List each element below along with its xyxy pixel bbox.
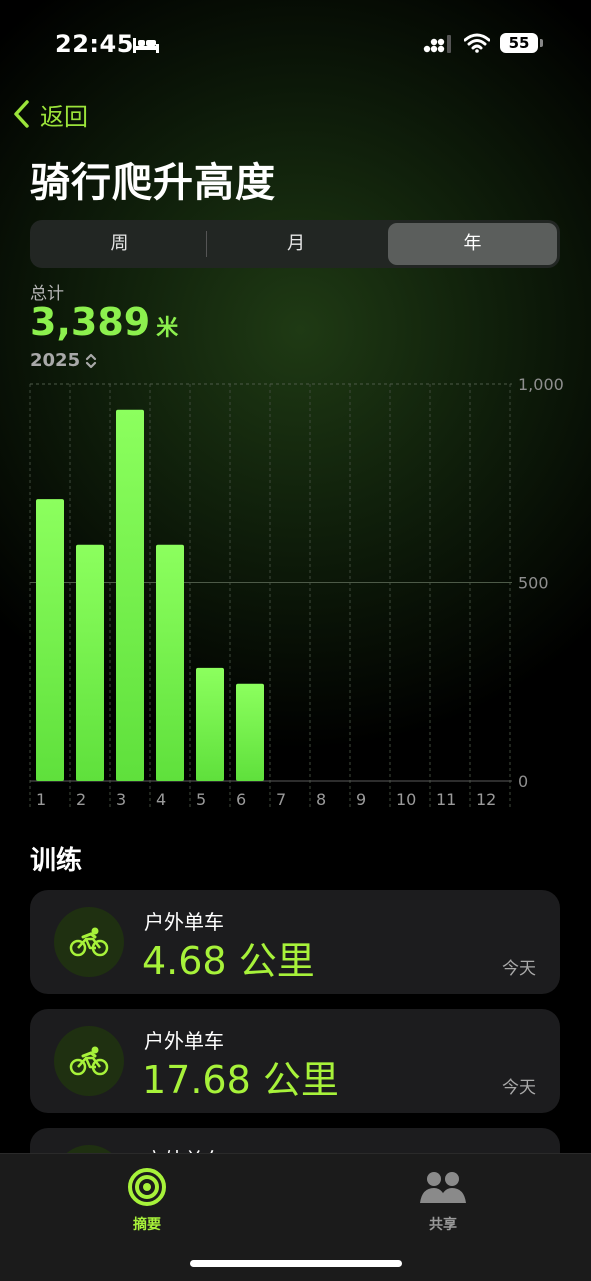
x-tick-label: 12 xyxy=(476,790,496,809)
bar-month-6 xyxy=(236,683,264,781)
battery-level: 55 xyxy=(500,33,538,53)
back-button[interactable]: 返回 xyxy=(12,96,88,132)
bar-month-1 xyxy=(36,499,64,781)
x-tick-label: 4 xyxy=(156,790,166,809)
x-tick-label: 1 xyxy=(36,790,46,809)
bar-month-4 xyxy=(156,544,184,781)
tab-summary[interactable]: 摘要 xyxy=(87,1164,207,1234)
total-number: 3,389 xyxy=(30,300,151,344)
y-tick-label: 0 xyxy=(518,772,528,791)
workout-card[interactable]: 户外单车 17.68 公里 今天 xyxy=(30,1009,560,1113)
y-tick-label: 500 xyxy=(518,574,549,593)
x-tick-label: 9 xyxy=(356,790,366,809)
section-title: 训练 xyxy=(30,846,83,876)
workout-distance: 17.68 公里 xyxy=(142,1058,339,1102)
x-tick-label: 10 xyxy=(396,790,416,809)
year-selector[interactable]: 2025 xyxy=(30,350,98,371)
workout-day: 今天 xyxy=(502,1078,536,1098)
status-bar: 22:45 55 xyxy=(0,0,591,90)
people-icon xyxy=(420,1172,466,1203)
tab-sharing-label: 共享 xyxy=(429,1217,457,1233)
workout-card[interactable]: 户外单车 4.68 公里 今天 xyxy=(30,890,560,994)
year-label: 2025 xyxy=(30,350,81,371)
cellular-signal-icon xyxy=(423,35,451,53)
tab-sharing[interactable]: 共享 xyxy=(383,1164,503,1234)
x-tick-label: 7 xyxy=(276,790,286,809)
x-tick-label: 2 xyxy=(76,790,86,809)
activity-rings-icon xyxy=(128,1168,166,1206)
cycling-icon xyxy=(54,907,124,977)
page-title: 骑行爬升高度 xyxy=(30,160,276,206)
chevron-left-icon xyxy=(14,100,29,128)
total-value: 3,389 米 xyxy=(30,300,178,344)
workout-day: 今天 xyxy=(502,959,536,979)
x-tick-label: 3 xyxy=(116,790,126,809)
bar-month-5 xyxy=(196,667,224,781)
status-time: 22:45 xyxy=(55,30,134,58)
battery-nub xyxy=(540,39,543,47)
segment-week[interactable]: 周 xyxy=(33,223,206,265)
x-tick-label: 8 xyxy=(316,790,326,809)
x-tick-label: 6 xyxy=(236,790,246,809)
segment-month[interactable]: 月 xyxy=(207,223,385,265)
sleep-bed-icon xyxy=(133,38,159,53)
period-segmented-control: 周 月 年 xyxy=(30,220,560,268)
bar-month-3 xyxy=(116,409,144,781)
total-unit: 米 xyxy=(156,316,179,341)
x-tick-label: 11 xyxy=(436,790,456,809)
wifi-icon xyxy=(464,33,490,53)
segment-year[interactable]: 年 xyxy=(388,223,557,265)
tab-summary-label: 摘要 xyxy=(133,1217,161,1233)
y-tick-label: 1,000 xyxy=(518,375,564,394)
climb-bar-chart: 05001,0001 2 3 4 5 6 7 8 9 10 11 12 xyxy=(29,375,564,809)
workout-distance: 4.68 公里 xyxy=(142,939,315,983)
bar-month-2 xyxy=(76,544,104,781)
cycling-icon xyxy=(54,1026,124,1096)
chevron-up-down-icon xyxy=(86,353,97,368)
x-tick-label: 5 xyxy=(196,790,206,809)
back-label: 返回 xyxy=(40,102,88,131)
home-indicator xyxy=(190,1260,402,1267)
